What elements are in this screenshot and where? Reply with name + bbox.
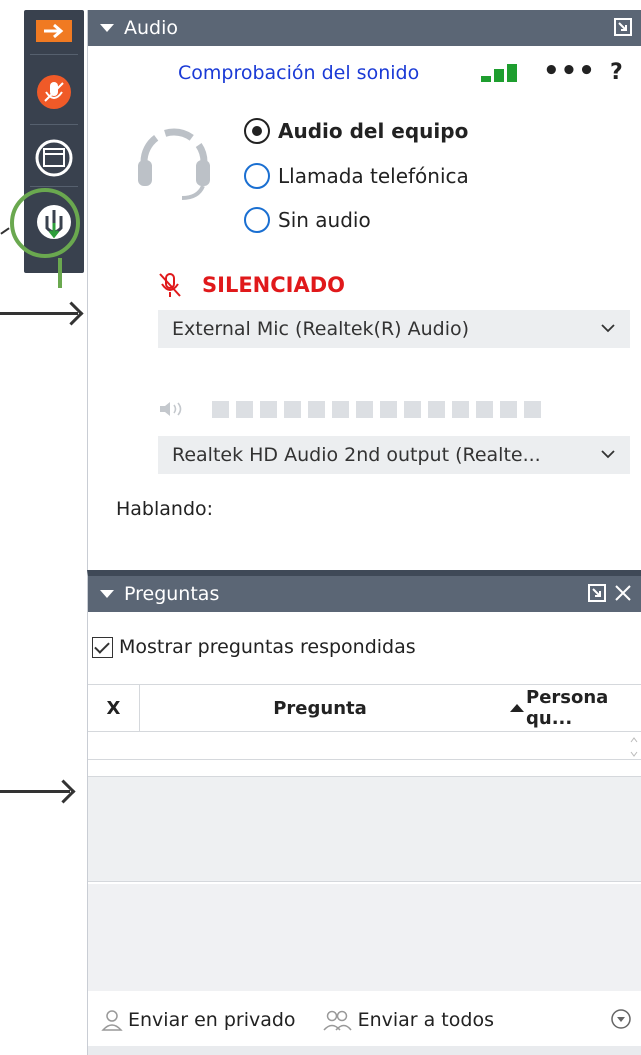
send-private-button[interactable]: Enviar en privado: [100, 1008, 296, 1032]
microphone-icon[interactable]: [30, 70, 78, 118]
column-person-label: Persona qu...: [526, 687, 609, 729]
send-private-label: Enviar en privado: [128, 1009, 296, 1031]
popout-icon[interactable]: [587, 583, 607, 603]
popout-icon[interactable]: [613, 17, 633, 37]
close-icon[interactable]: [613, 583, 633, 603]
speaker-select-value: Realtek HD Audio 2nd output (Realte...: [172, 444, 541, 466]
collapse-triangle-icon[interactable]: [100, 24, 114, 32]
questions-panel-header[interactable]: Preguntas: [88, 576, 641, 612]
radio-computer-audio[interactable]: Audio del equipo: [244, 118, 468, 144]
mute-status[interactable]: SILENCIADO: [158, 272, 345, 298]
show-answered-checkbox[interactable]: Mostrar preguntas respondidas: [92, 636, 416, 658]
person-icon: [101, 1010, 123, 1031]
audio-panel: Audio Comprobación del sonido ••• ? Audi…: [87, 10, 641, 570]
microphone-select-value: External Mic (Realtek(R) Audio): [172, 318, 470, 340]
radio-label: Sin audio: [278, 208, 371, 232]
radio-button[interactable]: [244, 207, 270, 233]
arrow-right-icon[interactable]: [30, 16, 78, 64]
headset-icon: [134, 120, 214, 204]
radio-button[interactable]: [244, 118, 270, 144]
talking-label: Hablando:: [116, 498, 214, 520]
send-all-button[interactable]: Enviar a todos: [322, 1008, 494, 1032]
radio-label: Audio del equipo: [278, 119, 469, 143]
radio-phone-call[interactable]: Llamada telefónica: [244, 163, 469, 189]
checkbox[interactable]: [92, 636, 113, 658]
speaker-icon: [160, 402, 182, 416]
muted-label: SILENCIADO: [202, 273, 346, 297]
audio-panel-header[interactable]: Audio: [88, 10, 641, 46]
show-answered-label: Mostrar preguntas respondidas: [119, 636, 416, 658]
highlight-tail: [58, 258, 62, 288]
annotation-mark: [0, 227, 10, 235]
column-x[interactable]: X: [88, 685, 140, 731]
table-header: X Pregunta Persona qu...: [88, 684, 641, 732]
annotation-arrow-icon: [0, 790, 70, 793]
chevron-down-icon[interactable]: [600, 322, 616, 334]
panel-footer: [88, 1046, 641, 1055]
radio-button[interactable]: [244, 163, 270, 189]
question-detail-area[interactable]: [88, 776, 641, 882]
microphone-select[interactable]: External Mic (Realtek(R) Audio): [158, 310, 630, 348]
speaker-select[interactable]: Realtek HD Audio 2nd output (Realte...: [158, 436, 630, 474]
questions-table: X Pregunta Persona qu...: [88, 684, 641, 760]
sound-check-link[interactable]: Comprobación del sonido: [178, 62, 419, 84]
column-person[interactable]: Persona qu...: [500, 687, 641, 729]
audio-panel-title: Audio: [124, 17, 179, 39]
radio-no-audio[interactable]: Sin audio: [244, 207, 371, 233]
dropdown-circle-icon[interactable]: [610, 1008, 632, 1030]
help-icon[interactable]: ?: [610, 60, 623, 85]
collapse-triangle-icon[interactable]: [100, 590, 114, 598]
table-row[interactable]: [88, 732, 641, 760]
sort-ascending-icon: [510, 704, 524, 712]
more-options-icon[interactable]: •••: [543, 56, 596, 86]
scrollbar[interactable]: [630, 736, 638, 758]
highlight-circle: [10, 188, 80, 258]
annotation-arrow-icon: [0, 312, 78, 315]
volume-meter: [212, 400, 541, 418]
people-icon: [323, 1010, 352, 1031]
questions-panel-title: Preguntas: [124, 583, 220, 605]
window-icon[interactable]: [30, 134, 78, 182]
radio-label: Llamada telefónica: [278, 164, 469, 188]
questions-panel: Preguntas Mostrar preguntas respondidas …: [87, 570, 641, 1055]
question-input-area[interactable]: [88, 884, 641, 991]
send-all-label: Enviar a todos: [357, 1009, 494, 1031]
question-actions: Enviar en privado Enviar a todos: [88, 996, 641, 1044]
chevron-down-icon[interactable]: [600, 448, 616, 460]
column-question[interactable]: Pregunta: [140, 698, 500, 719]
microphone-muted-icon[interactable]: [158, 272, 182, 298]
speaker-level: [158, 400, 541, 418]
signal-strength-icon: [481, 64, 517, 82]
